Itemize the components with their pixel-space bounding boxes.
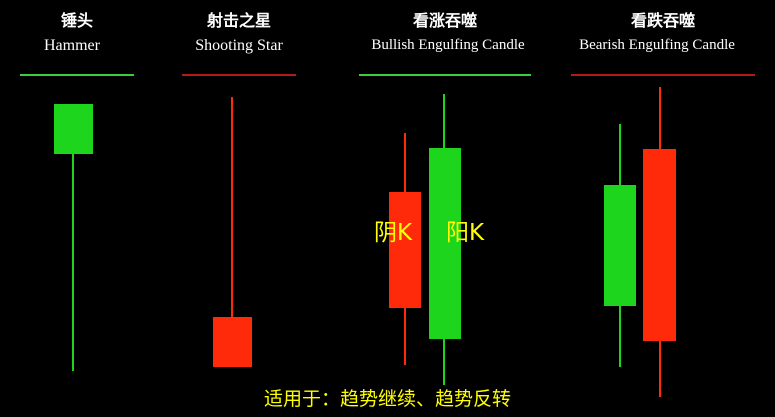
bearish-engulfing-green-body — [604, 185, 636, 306]
hammer-title-en: Hammer — [44, 37, 100, 54]
candlestick-canvas — [20, 74, 755, 397]
bullish-engulfing-title-en: Bullish Engulfing Candle — [371, 37, 525, 53]
shooting-star-title-en: Shooting Star — [195, 37, 283, 54]
bearish-engulfing-title-en: Bearish Engulfing Candle — [579, 37, 735, 53]
candlestick-patterns-diagram: 锤头 Hammer 射击之星 Shooting Star 看涨吞噬 Bullis… — [0, 0, 775, 417]
bearish-engulfing-title-cn: 看跌吞噬 — [630, 11, 695, 30]
shooting-star-body — [213, 317, 252, 367]
shooting-star-title-cn: 射击之星 — [206, 11, 271, 30]
bearish-engulfing-red-body — [643, 149, 676, 341]
bullish-engulfing-red-body — [389, 192, 421, 308]
bullish-engulfing-title-cn: 看涨吞噬 — [412, 11, 477, 30]
yin-candle-label: 阴K — [374, 220, 413, 246]
applicability-note: 适用于：趋势继续、趋势反转 — [263, 388, 511, 410]
hammer-title-cn: 锤头 — [60, 11, 93, 30]
yang-candle-label: 阳K — [446, 220, 485, 246]
hammer-body — [54, 104, 93, 154]
